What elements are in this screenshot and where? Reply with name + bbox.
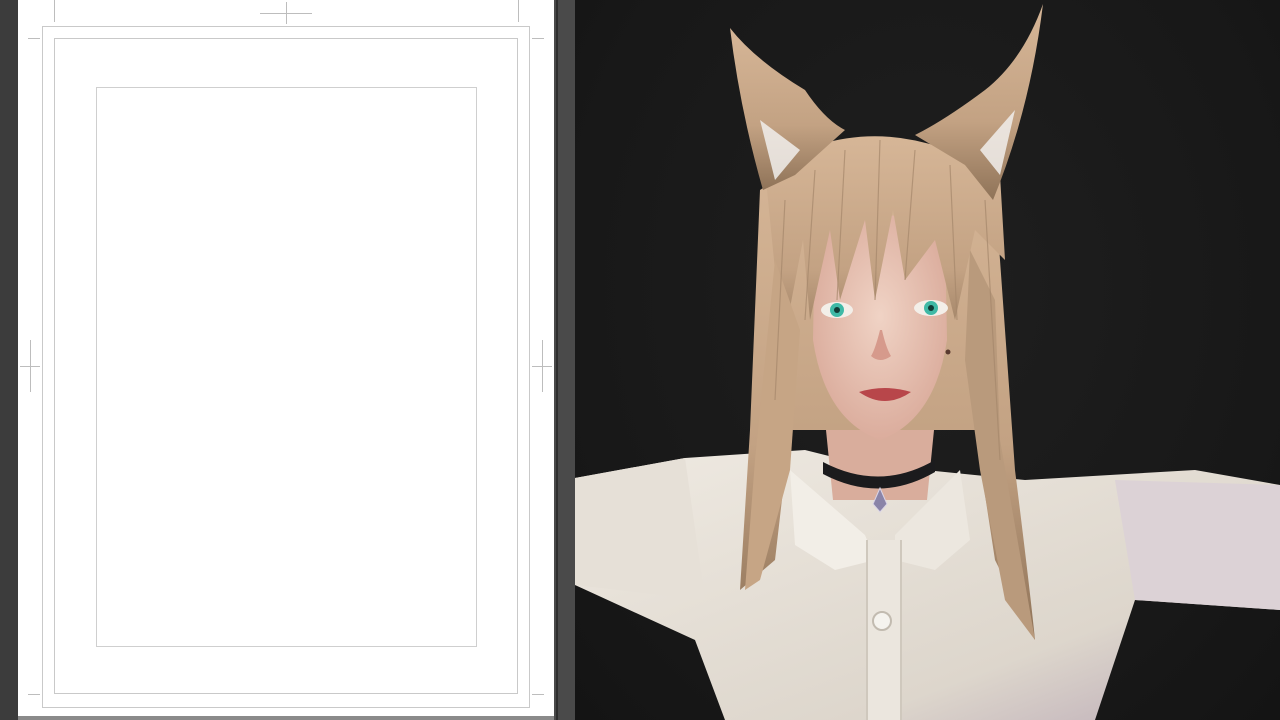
- shirt-button: [872, 611, 892, 631]
- panel-divider-line: [556, 0, 558, 720]
- safe-area-frame: [96, 87, 477, 647]
- crop-mark-top-left: [54, 0, 55, 22]
- character-render: [575, 4, 1280, 720]
- beauty-mark: [945, 349, 951, 355]
- register-mark-top-v: [286, 2, 287, 24]
- horizontal-scrollbar[interactable]: [18, 716, 554, 720]
- left-gutter: [0, 0, 18, 720]
- crop-mark-left-top: [28, 38, 40, 39]
- crop-mark-right-top: [532, 38, 544, 39]
- crop-mark-top-right: [518, 0, 519, 22]
- register-mark-left-v: [30, 340, 31, 392]
- crop-mark-left-bottom: [28, 694, 40, 695]
- canvas-page[interactable]: [18, 0, 554, 718]
- register-mark-right-v: [542, 340, 543, 392]
- 3d-viewport[interactable]: [575, 0, 1280, 720]
- crop-mark-right-bottom: [532, 694, 544, 695]
